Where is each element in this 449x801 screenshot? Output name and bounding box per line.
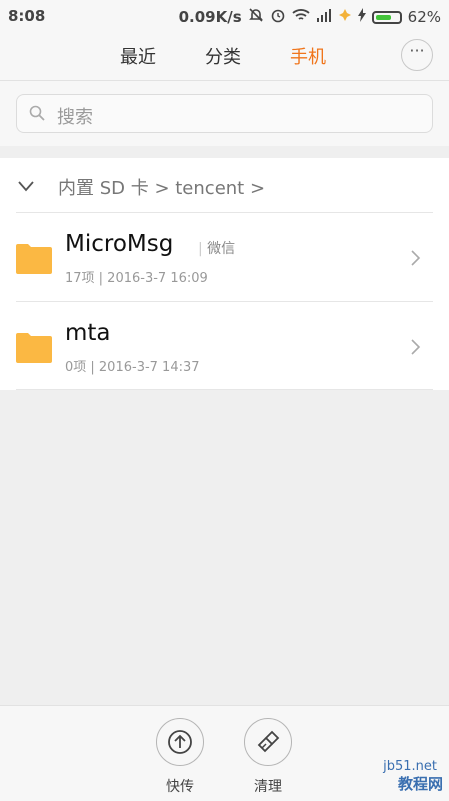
file-name: mta xyxy=(65,320,111,346)
file-name: MicroMsg xyxy=(65,231,174,257)
watermark: jb51.net 教程网 xyxy=(299,750,449,800)
wifi-icon xyxy=(292,8,310,26)
tab-phone[interactable]: 手机 xyxy=(290,43,326,69)
mute-bell-icon xyxy=(248,7,264,27)
breadcrumb-path[interactable]: 内置 SD 卡 > tencent > xyxy=(58,174,265,200)
file-meta: 0项 | 2016-3-7 14:37 xyxy=(65,360,200,375)
alarm-icon xyxy=(270,7,286,27)
divider xyxy=(16,301,433,302)
file-tag: | 微信 xyxy=(198,241,236,257)
clean-button[interactable]: 清理 xyxy=(242,718,294,796)
signal-icon xyxy=(316,8,332,26)
divider xyxy=(16,389,433,390)
file-meta: 17项 | 2016-3-7 16:09 xyxy=(65,271,208,286)
status-bar: 8:08 0.09K/s 62% xyxy=(0,0,449,34)
list-item-micromsg[interactable]: MicroMsg | 微信 17项 | 2016-3-7 16:09 xyxy=(0,214,449,302)
app-icon xyxy=(338,8,352,26)
search-icon xyxy=(29,105,45,121)
status-icons: 0.09K/s 62% xyxy=(179,7,441,27)
watermark-line1: jb51.net xyxy=(383,759,437,774)
folder-icon xyxy=(16,333,52,363)
chevron-down-icon[interactable] xyxy=(18,178,34,194)
status-time: 8:08 xyxy=(8,7,46,25)
quick-transfer-button[interactable]: 快传 xyxy=(154,718,206,796)
file-list-panel: 内置 SD 卡 > tencent > MicroMsg | 微信 17项 | … xyxy=(0,158,449,390)
tab-recent[interactable]: 最近 xyxy=(120,43,156,69)
chevron-right-icon xyxy=(411,250,421,266)
search-placeholder: 搜索 xyxy=(57,107,93,128)
clean-label: 清理 xyxy=(254,779,282,795)
file-tag-text: 微信 xyxy=(207,241,236,257)
battery-icon xyxy=(371,10,402,24)
charging-icon xyxy=(357,8,366,26)
search-input[interactable]: 搜索 xyxy=(16,94,433,133)
divider xyxy=(16,212,433,213)
top-nav: 最近 分类 手机 ··· xyxy=(0,34,449,81)
battery-percent: 62% xyxy=(407,8,441,26)
watermark-line2: 教程网 xyxy=(397,775,443,793)
more-button[interactable]: ··· xyxy=(401,39,433,71)
upload-icon[interactable] xyxy=(156,718,204,766)
folder-icon xyxy=(16,244,52,274)
breadcrumb[interactable]: 内置 SD 卡 > tencent > xyxy=(0,158,449,212)
network-speed: 0.09K/s xyxy=(178,8,242,26)
brush-icon[interactable] xyxy=(244,718,292,766)
quick-transfer-label: 快传 xyxy=(166,779,194,795)
more-icon: ··· xyxy=(409,41,425,60)
chevron-right-icon xyxy=(411,339,421,355)
list-item-mta[interactable]: mta 0项 | 2016-3-7 14:37 xyxy=(0,303,449,391)
search-area: 搜索 xyxy=(0,81,449,146)
tab-category[interactable]: 分类 xyxy=(205,43,241,69)
